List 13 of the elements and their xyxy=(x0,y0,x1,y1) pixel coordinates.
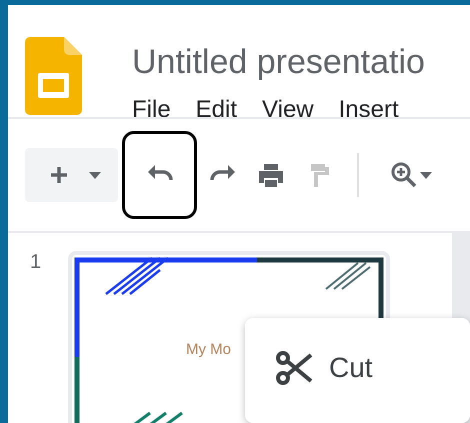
caret-icon xyxy=(88,172,100,178)
caret-icon xyxy=(420,172,432,178)
slide-number: 1 xyxy=(30,251,42,275)
menu-item[interactable]: Edit xyxy=(196,96,238,117)
menu-item[interactable]: View xyxy=(262,96,314,117)
menu-item[interactable]: Insert xyxy=(338,96,399,117)
document-title[interactable]: Untitled presentatio xyxy=(132,42,425,82)
slides-logo-icon xyxy=(25,37,82,115)
undo-button[interactable] xyxy=(122,131,197,219)
scissors-icon xyxy=(275,350,313,386)
slide-title: My Mo xyxy=(186,341,231,358)
new-slide-button[interactable] xyxy=(25,148,118,202)
menu-item[interactable]: File xyxy=(132,96,171,117)
